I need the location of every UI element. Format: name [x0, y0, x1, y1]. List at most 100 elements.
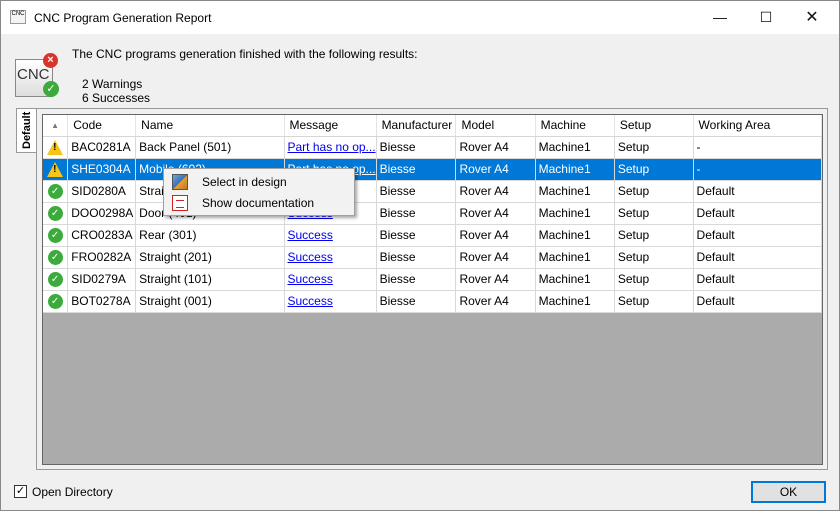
cell-machine: Machine1: [535, 180, 615, 203]
message-link[interactable]: Success: [288, 272, 333, 286]
success-icon: ✓: [47, 205, 63, 221]
column-header-manufacturer[interactable]: Manufacturer: [376, 115, 457, 137]
table-row[interactable]: BAC0281ABack Panel (501)Part has no op..…: [43, 136, 822, 159]
cell-code: SHE0304A: [67, 158, 137, 181]
summary-counts: 2 Warnings 6 Successes: [82, 77, 150, 105]
cell-manufacturer: Biesse: [376, 180, 457, 203]
cell-setup: Setup: [614, 202, 694, 225]
status-cell: [43, 136, 69, 159]
column-header-machine[interactable]: Machine: [535, 115, 615, 137]
cell-model: Rover A4: [455, 290, 536, 313]
sort-arrow-icon[interactable]: ▲: [43, 115, 69, 137]
table-row[interactable]: ✓ SID0279A Straight (101) Success Biesse Rove…: [43, 268, 822, 291]
status-cell: ✓: [43, 246, 69, 269]
cell-setup: Setup: [614, 180, 694, 203]
cell-model: Rover A4: [455, 268, 536, 291]
cube-icon: [172, 174, 188, 190]
context-menu: Select in design Show documentation: [163, 168, 355, 216]
cnc-icon-label: CNC: [17, 66, 50, 83]
status-cell: ✓: [43, 224, 69, 247]
cell-message[interactable]: Success: [284, 224, 377, 247]
table-row[interactable]: SHE0304AMobile (602)Part has no op...Bie…: [43, 158, 822, 181]
cell-message[interactable]: Success: [284, 290, 377, 313]
cell-setup: Setup: [614, 136, 694, 159]
cell-message[interactable]: Success: [284, 268, 377, 291]
table-row[interactable]: ✓ BOT0278A Straight (001) Success Biesse Rove…: [43, 290, 822, 313]
table-row[interactable]: ✓SID0280AStraight (102)SuccessBiesseRove…: [43, 180, 822, 203]
cell-model: Rover A4: [455, 158, 536, 181]
table-row[interactable]: ✓DOO0298ADoor (401)SuccessBiesseRover A4…: [43, 202, 822, 225]
cell-setup: Setup: [614, 246, 694, 269]
menu-item-show-documentation[interactable]: Show documentation: [166, 193, 352, 213]
column-header-model[interactable]: Model: [455, 115, 536, 137]
warning-icon: [47, 139, 64, 155]
cell-code: FRO0282A: [67, 246, 137, 269]
cell-message[interactable]: Success: [284, 246, 377, 269]
cell-code: BAC0281A: [67, 136, 137, 159]
cell-working-area: Default: [693, 246, 822, 269]
cell-manufacturer: Biesse: [376, 246, 457, 269]
menu-item-label: Select in design: [202, 175, 287, 189]
cell-model: Rover A4: [455, 136, 536, 159]
status-cell: ✓: [43, 268, 69, 291]
success-icon: ✓: [47, 183, 63, 199]
summary-message: The CNC programs generation finished wit…: [72, 47, 418, 61]
message-link[interactable]: Success: [288, 228, 333, 242]
cell-working-area: Default: [693, 224, 822, 247]
message-link[interactable]: Success: [288, 294, 333, 308]
table-row[interactable]: ✓ FRO0282A Straight (201) Success Biesse Rove…: [43, 246, 822, 269]
summary: The CNC programs generation finished wit…: [72, 47, 418, 105]
cell-model: Rover A4: [455, 224, 536, 247]
open-directory-checkbox[interactable]: ✓: [14, 485, 27, 498]
cell-code: SID0280A: [67, 180, 137, 203]
menu-item-select-in-design[interactable]: Select in design: [166, 172, 352, 192]
check-icon: ✓: [43, 81, 59, 97]
close-button[interactable]: ✕: [789, 1, 835, 34]
message-link[interactable]: Part has no op...: [288, 140, 376, 154]
status-cell: [43, 158, 69, 181]
results-grid[interactable]: ▲ Code Name Message Manufacturer Model M…: [42, 114, 823, 465]
cell-model: Rover A4: [455, 180, 536, 203]
minimize-button[interactable]: —: [697, 1, 743, 34]
status-cell: ✓: [43, 290, 69, 313]
message-link[interactable]: Success: [288, 250, 333, 264]
warning-icon: [47, 161, 64, 177]
column-header-message[interactable]: Message: [284, 115, 377, 137]
title-bar[interactable]: CNC CNC Program Generation Report — ☐ ✕: [1, 1, 839, 34]
maximize-button[interactable]: ☐: [743, 1, 789, 34]
column-header-name[interactable]: Name: [135, 115, 285, 137]
cell-working-area: -: [693, 158, 822, 181]
cnc-app-icon: CNC: [10, 10, 26, 24]
document-icon: [172, 195, 188, 211]
success-icon: ✓: [47, 293, 63, 309]
table-header: ▲ Code Name Message Manufacturer Model M…: [43, 115, 822, 137]
column-header-working-area[interactable]: Working Area: [693, 115, 822, 137]
success-icon: ✓: [47, 271, 63, 287]
success-icon: ✓: [47, 249, 63, 265]
cell-code: BOT0278A: [67, 290, 137, 313]
cell-machine: Machine1: [535, 158, 615, 181]
cell-name: Straight (001): [135, 290, 285, 313]
table-row[interactable]: ✓ CRO0283A Rear (301) Success Biesse Rover A4…: [43, 224, 822, 247]
cell-setup: Setup: [614, 268, 694, 291]
cell-name: Straight (201): [135, 246, 285, 269]
menu-item-label: Show documentation: [202, 196, 315, 210]
cell-machine: Machine1: [535, 224, 615, 247]
cell-name: Straight (101): [135, 268, 285, 291]
error-icon: ×: [43, 53, 58, 68]
results-table: ▲ Code Name Message Manufacturer Model M…: [43, 115, 822, 313]
report-window: CNC CNC Program Generation Report — ☐ ✕ …: [0, 0, 840, 511]
tab-default[interactable]: Default: [16, 108, 37, 153]
cell-setup: Setup: [614, 290, 694, 313]
cell-working-area: -: [693, 136, 822, 159]
column-header-code[interactable]: Code: [67, 115, 137, 137]
success-icon: ✓: [47, 227, 63, 243]
status-cell: ✓: [43, 202, 69, 225]
cell-manufacturer: Biesse: [376, 158, 457, 181]
open-directory-label[interactable]: Open Directory: [32, 485, 113, 499]
cell-setup: Setup: [614, 158, 694, 181]
cnc-status-icon: CNC × ✓: [15, 53, 61, 99]
cell-message[interactable]: Part has no op...: [284, 136, 377, 159]
column-header-setup[interactable]: Setup: [614, 115, 694, 137]
ok-button[interactable]: OK: [751, 481, 826, 503]
